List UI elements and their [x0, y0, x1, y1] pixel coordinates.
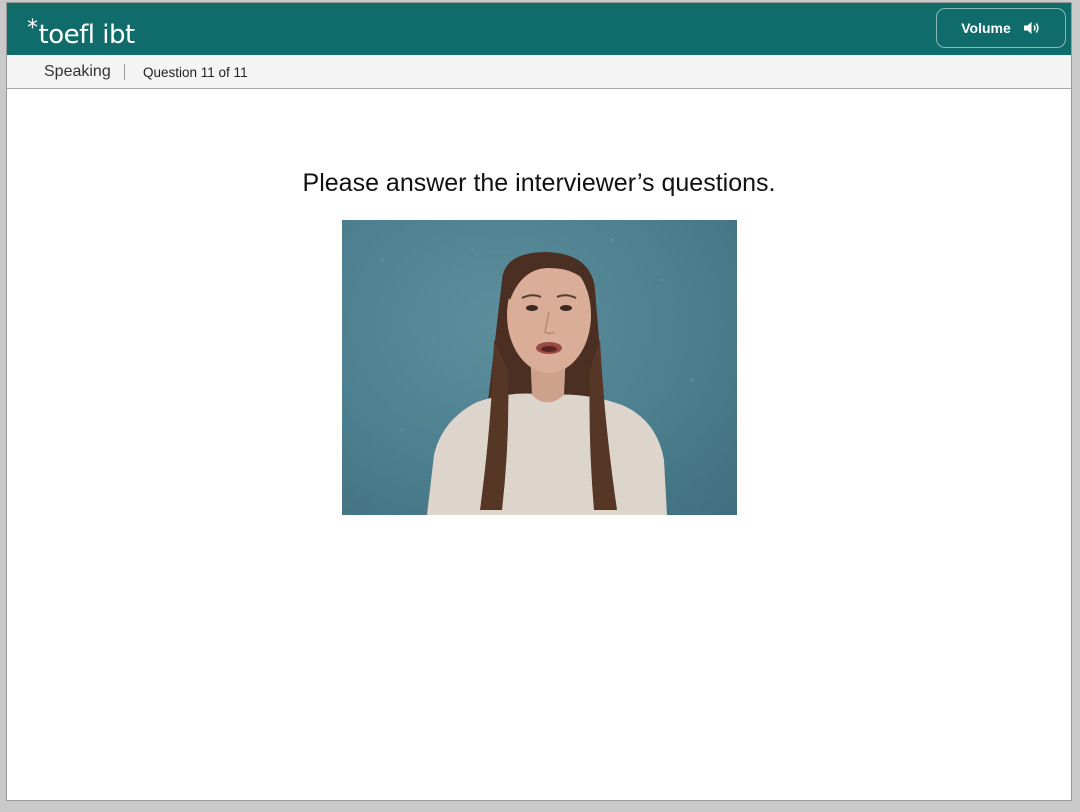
question-counter: Question 11 of 11: [143, 65, 248, 80]
test-window: *toefl ibt Volume Speaking Question 11 o…: [6, 2, 1072, 801]
volume-label: Volume: [961, 20, 1011, 36]
logo-text: toefl ibt: [38, 20, 136, 50]
speaker-icon: [1023, 21, 1041, 35]
top-bar: *toefl ibt Volume: [7, 3, 1071, 55]
section-label: Speaking: [44, 63, 111, 80]
interviewer-figure: [380, 238, 694, 515]
volume-button[interactable]: Volume: [936, 8, 1066, 48]
separator: [124, 64, 125, 80]
interviewer-video: [342, 220, 737, 515]
instruction-text: Please answer the interviewer’s question…: [302, 169, 776, 197]
section-bar: Speaking Question 11 of 11: [7, 55, 1071, 89]
logo-asterisk: *: [27, 16, 38, 41]
toefl-ibt-logo: *toefl ibt: [27, 11, 135, 53]
